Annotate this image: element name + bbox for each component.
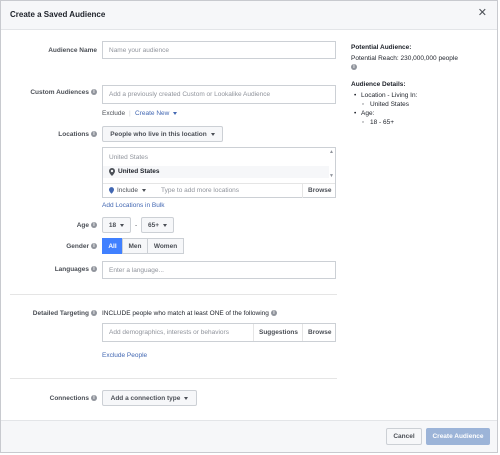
potential-reach-text: Potential Reach: 230,000,000 people [351,55,458,62]
bullet: ◦ [362,119,365,126]
create-saved-audience-dialog: Create a Saved Audience ✕ Audience Name … [0,0,498,453]
languages-label: Languages i [11,266,97,273]
detailed-targeting-label: Detailed Targeting i [11,310,97,317]
bullet: • [354,110,357,117]
age-min-dropdown[interactable]: 18 [102,217,131,233]
info-icon: i [351,64,357,71]
info-icon: i [91,222,97,229]
exclude-people-link[interactable]: Exclude People [102,352,147,359]
detail-location-item: • Location - Living In: [354,92,418,99]
selected-location-row[interactable]: United States [103,166,329,178]
location-box: United States ▲ ▼ United States Include … [102,147,336,198]
section-divider [10,294,337,295]
selected-location-name: United States [118,168,160,175]
chevron-down-icon [163,223,168,227]
detailed-targeting-input[interactable]: Add demographics, interests or behaviors [102,323,336,342]
custom-audiences-input[interactable]: Add a previously created Custom or Looka… [102,85,336,104]
dialog-header: Create a Saved Audience ✕ [1,1,497,30]
detail-location-value: ◦ United States [362,101,410,108]
chevron-down-icon [120,223,125,227]
create-audience-button[interactable]: Create Audience [426,428,490,445]
dialog-footer: Cancel Create Audience [1,420,497,452]
divider [302,324,303,341]
age-max-dropdown[interactable]: 65+ [141,217,174,233]
chevron-down-icon [173,111,178,115]
gender-all-button[interactable]: All [102,238,123,254]
connection-type-dropdown[interactable]: Add a connection type [102,390,197,406]
suggestions-button[interactable]: Suggestions [259,329,298,336]
link-separator: | [129,110,131,117]
browse-targeting-button[interactable]: Browse [308,329,331,336]
chevron-down-icon [141,188,146,192]
potential-audience-heading: Potential Audience: [351,44,412,51]
age-dash: - [135,222,138,229]
info-icon: i [270,310,277,317]
scroll-down-icon[interactable]: ▼ [329,173,334,179]
exclude-link[interactable]: Exclude [102,110,125,117]
add-locations-bulk-link[interactable]: Add Locations in Bulk [102,202,165,209]
locations-label: Locations i [11,131,97,138]
location-type-dropdown[interactable]: People who live in this location [102,126,223,142]
location-group-header: United States [109,154,149,161]
cancel-button[interactable]: Cancel [386,428,422,445]
create-new-dropdown[interactable]: Create New [135,110,178,117]
dialog-title: Create a Saved Audience [10,10,106,19]
gender-men-button[interactable]: Men [122,238,148,254]
section-divider [10,378,337,379]
connections-label: Connections i [11,395,97,402]
gender-label: Gender i [11,243,97,250]
location-pin-icon [109,168,115,178]
audience-details-heading: Audience Details: [351,81,406,88]
audience-summary-panel: Potential Audience: Potential Reach: 230… [351,44,491,126]
browse-locations-button[interactable]: Browse [308,187,331,194]
close-icon[interactable]: ✕ [478,8,487,19]
chevron-down-icon [210,132,215,136]
location-pin-icon [109,187,114,196]
languages-input[interactable]: Enter a language... [102,261,336,279]
age-label: Age i [11,222,97,229]
location-search-input[interactable]: Type to add more locations [161,187,239,194]
chevron-down-icon [184,396,189,400]
detailed-targeting-description: INCLUDE people who match at least ONE of… [102,310,277,317]
info-icon: i [91,243,97,250]
bullet: ◦ [362,101,365,108]
location-search-row: Include Type to add more locations Brows… [103,183,335,198]
info-icon: i [91,310,97,317]
include-dropdown[interactable]: Include [117,187,146,194]
custom-audiences-label: Custom Audiences i [11,89,97,96]
divider [253,324,254,341]
divider [302,184,303,198]
info-icon: i [91,266,97,273]
gender-women-button[interactable]: Women [147,238,184,254]
audience-name-label: Audience Name [48,47,97,54]
info-icon: i [91,131,97,138]
info-icon: i [91,395,97,402]
audience-name-input[interactable]: Name your audience [102,41,336,59]
bullet: • [354,92,357,99]
detail-age-item: • Age: [354,110,375,117]
detail-age-value: ◦ 18 - 65+ [362,119,395,126]
info-icon: i [91,89,97,96]
scroll-up-icon[interactable]: ▲ [329,149,334,155]
